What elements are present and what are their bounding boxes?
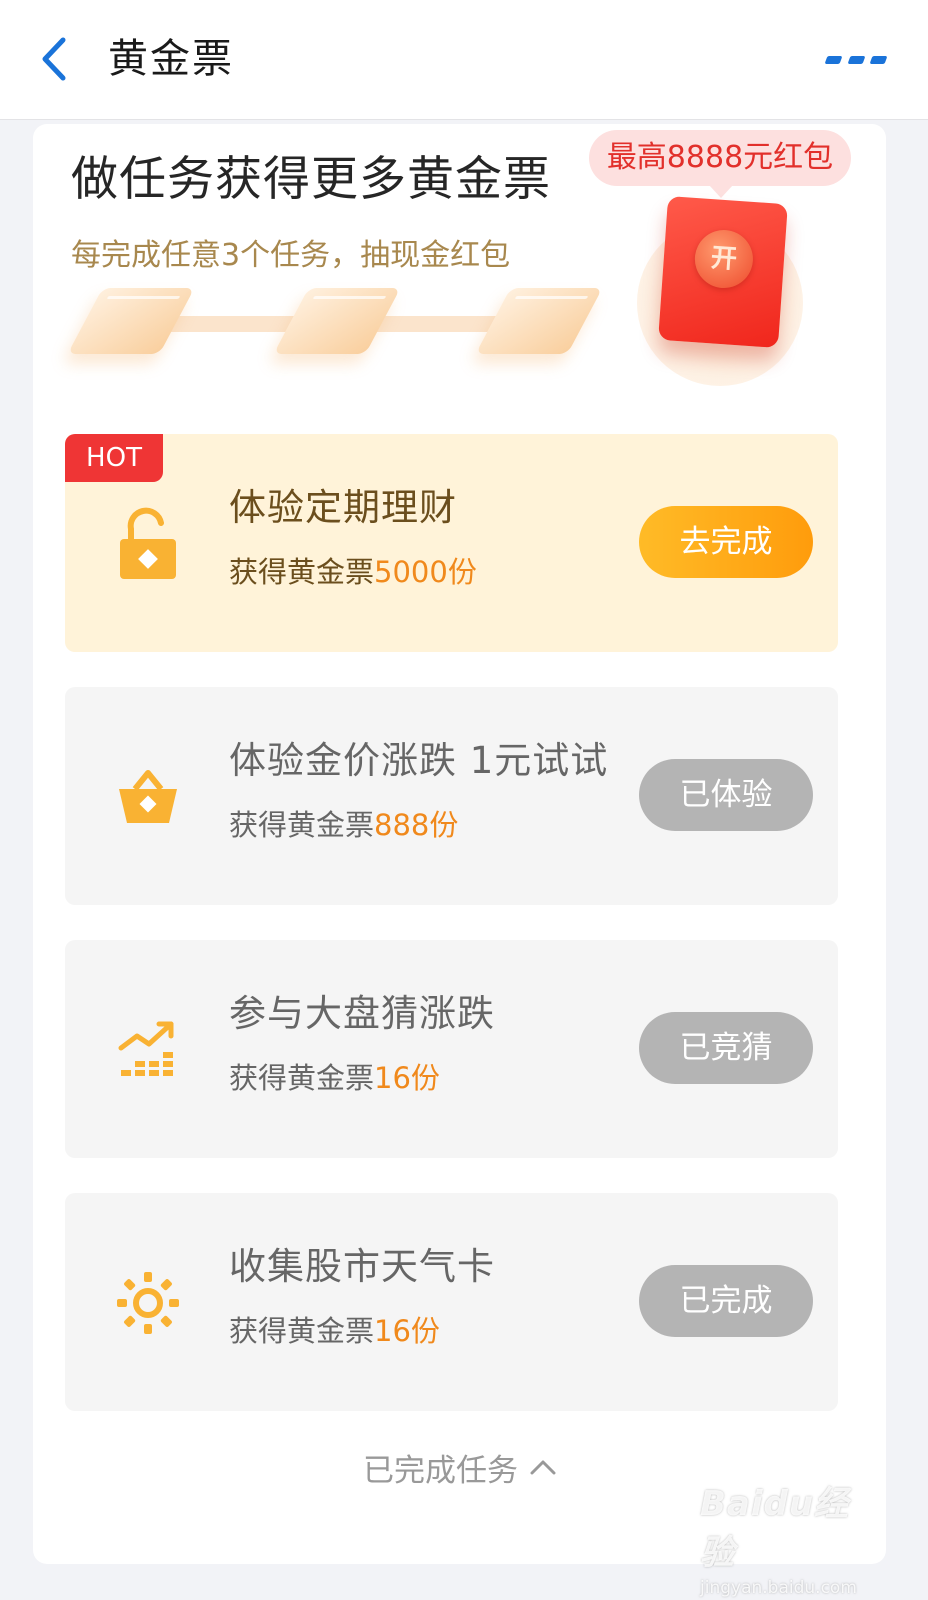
red-packet-open-button[interactable]: 开 (692, 228, 755, 290)
back-button[interactable] (30, 32, 78, 86)
max-reward-badge: 最高8888元红包 (589, 130, 851, 198)
red-packet[interactable]: 开 (658, 195, 788, 349)
chevron-left-icon (42, 37, 66, 81)
task-item: HOT 体验定期理财 获得黄金票5000份 去完成 (65, 434, 838, 652)
task-title: 参与大盘猜涨跌 (229, 992, 495, 1035)
completed-tasks-label: 已完成任务 (363, 1452, 518, 1489)
task-title: 体验金价涨跌 1元试试 (229, 739, 609, 782)
more-dots-icon (824, 56, 843, 64)
task-title: 体验定期理财 (229, 486, 457, 529)
hot-badge: HOT (65, 434, 163, 482)
task-header-subtitle: 每完成任意3个任务，抽现金红包 (71, 238, 511, 273)
task-item: 体验金价涨跌 1元试试 获得黄金票888份 已体验 (65, 687, 838, 905)
reward-count: 888份 (374, 808, 459, 842)
task-reward: 获得黄金票5000份 (229, 552, 477, 592)
more-button[interactable] (824, 50, 888, 70)
more-dots-icon (869, 56, 888, 64)
chevron-up-icon (530, 1460, 556, 1475)
reward-count: 16份 (374, 1061, 440, 1095)
task-reward: 获得黄金票16份 (229, 1058, 440, 1098)
reward-label: 获得黄金票 (229, 1314, 375, 1348)
ticket-icon (475, 288, 603, 354)
completed-button[interactable]: 已完成 (639, 1265, 813, 1337)
top-navigation-bar: 黄金票 (0, 0, 928, 120)
reward-label: 获得黄金票 (229, 1061, 375, 1095)
reward-count: 5000份 (374, 555, 477, 589)
watermark-brand: Baidu经验 (700, 1484, 850, 1573)
sun-icon (115, 1265, 181, 1341)
task-reward: 获得黄金票16份 (229, 1311, 440, 1351)
task-item: 参与大盘猜涨跌 获得黄金票16份 已竞猜 (65, 940, 838, 1158)
reward-label: 获得黄金票 (229, 555, 375, 589)
page-title: 黄金票 (108, 36, 234, 82)
task-header-title: 做任务获得更多黄金票 (71, 152, 551, 207)
watermark: Baidu经验 jingyan.baidu.com (700, 1476, 870, 1598)
guessed-button[interactable]: 已竞猜 (639, 1012, 813, 1084)
task-title: 收集股市天气卡 (229, 1245, 495, 1288)
go-complete-button[interactable]: 去完成 (639, 506, 813, 578)
task-card: 做任务获得更多黄金票 每完成任意3个任务，抽现金红包 最高8888元红包 开 H… (33, 124, 886, 1564)
experienced-button[interactable]: 已体验 (639, 759, 813, 831)
unlock-icon (115, 506, 181, 582)
task-reward: 获得黄金票888份 (229, 805, 458, 845)
more-dots-icon (847, 56, 865, 64)
shopping-basket-icon (115, 759, 181, 835)
reward-count: 16份 (374, 1314, 440, 1348)
ticket-icon (273, 288, 401, 354)
watermark-url: jingyan.baidu.com (700, 1578, 857, 1598)
ticket-icon (67, 288, 195, 354)
trend-chart-icon (115, 1012, 181, 1088)
task-item: 收集股市天气卡 获得黄金票16份 已完成 (65, 1193, 838, 1411)
reward-label: 获得黄金票 (229, 808, 375, 842)
